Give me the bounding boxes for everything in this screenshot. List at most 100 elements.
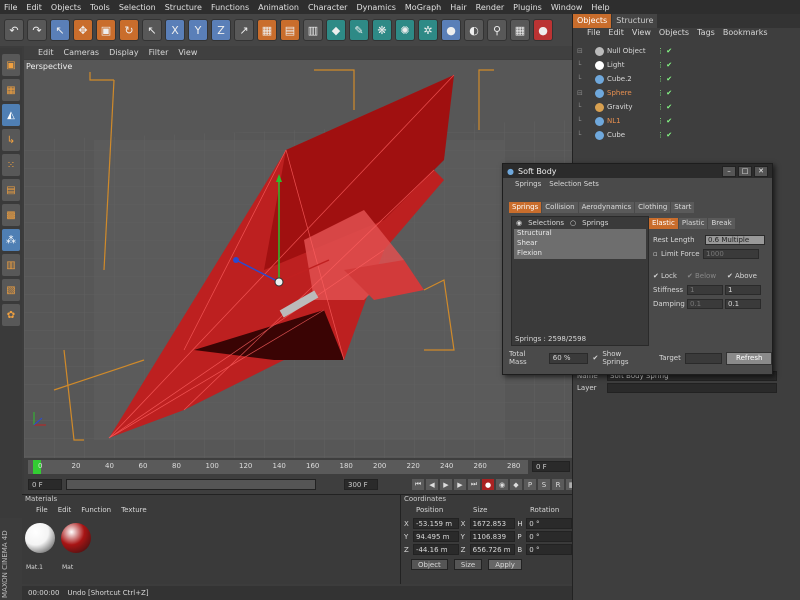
record-key-icon[interactable]: ● xyxy=(482,479,494,490)
menu-selection[interactable]: Selection xyxy=(119,3,156,12)
scene-icon[interactable]: ● xyxy=(441,19,461,41)
position-field[interactable]: -53.159 m xyxy=(412,518,459,529)
select-arrow-icon[interactable]: ↖ xyxy=(142,19,162,41)
nurbs-icon[interactable]: ❋ xyxy=(372,19,392,41)
maximize-icon[interactable]: □ xyxy=(738,165,752,177)
menu-animation[interactable]: Animation xyxy=(258,3,299,12)
objects-menu-bookmarks[interactable]: Bookmarks xyxy=(723,28,768,40)
rotation-field[interactable]: 0 ° xyxy=(526,518,573,529)
prev-frame-icon[interactable]: ◀ xyxy=(426,479,438,490)
size-field[interactable]: 1672.853 m xyxy=(469,518,516,538)
menu-mograph[interactable]: MoGraph xyxy=(405,3,441,12)
springs-radio[interactable]: ○ xyxy=(570,219,576,227)
materials-menu-function[interactable]: Function xyxy=(81,506,111,517)
viewport-menu-edit[interactable]: Edit xyxy=(38,48,54,57)
limit-force-checkbox[interactable]: ▫ xyxy=(653,250,661,258)
apply-button[interactable]: Apply xyxy=(488,559,522,570)
coordinate-system-icon[interactable]: ↗ xyxy=(234,19,254,41)
viewport-menu-display[interactable]: Display xyxy=(109,48,139,57)
object-axis-icon[interactable]: ↳ xyxy=(2,129,20,151)
object-name[interactable]: Light xyxy=(607,61,653,69)
rotation-field[interactable]: 0 ° xyxy=(526,544,573,555)
end-frame-field[interactable]: 300 F xyxy=(344,479,378,490)
dialog-tab-clothing[interactable]: Clothing xyxy=(635,202,671,213)
object-name[interactable]: NL1 xyxy=(607,117,653,125)
above-checkbox[interactable]: ✔ xyxy=(727,272,735,280)
materials-menu-file[interactable]: File xyxy=(36,506,48,517)
stiffness-below-field[interactable]: 1 xyxy=(687,285,723,295)
object-mode-select[interactable]: Object xyxy=(411,559,448,570)
tab-objects[interactable]: Objects xyxy=(573,14,612,28)
material-swatch[interactable]: Mat.1 xyxy=(24,521,56,571)
render-settings-icon[interactable]: ▥ xyxy=(303,19,323,41)
goto-end-icon[interactable]: ⏭ xyxy=(468,479,480,490)
menu-tools[interactable]: Tools xyxy=(90,3,110,12)
live-selection-icon[interactable]: ↖ xyxy=(50,19,70,41)
dialog-tab-start[interactable]: Start xyxy=(671,202,695,213)
objects-menu-objects[interactable]: Objects xyxy=(659,28,689,40)
visibility-flags[interactable]: ⋮ ✔ xyxy=(657,75,672,83)
limit-force-field[interactable]: 1000 xyxy=(703,249,759,259)
axis-mode-icon[interactable]: ◭ xyxy=(2,104,20,126)
x-axis-lock-icon[interactable]: X xyxy=(165,19,185,41)
frame-range-slider[interactable] xyxy=(66,479,316,490)
array-icon[interactable]: ✺ xyxy=(395,19,415,41)
position-field[interactable]: -44.16 m xyxy=(412,544,459,555)
texture-mode-icon[interactable]: ▦ xyxy=(2,79,20,101)
goto-start-icon[interactable]: ⏮ xyxy=(412,479,424,490)
object-row[interactable]: └ Light ⋮ ✔ xyxy=(577,58,797,72)
object-name[interactable]: Sphere xyxy=(607,89,653,97)
objects-menu-edit[interactable]: Edit xyxy=(608,28,624,40)
spring-type-item[interactable]: Flexion xyxy=(514,249,646,259)
record-icon[interactable]: ● xyxy=(533,19,553,41)
uv-points-icon[interactable]: ⁂ xyxy=(2,229,20,251)
object-name[interactable]: Null Object xyxy=(607,47,653,55)
visibility-flags[interactable]: ⋮ ✔ xyxy=(657,117,672,125)
enable-axis-icon[interactable]: ▧ xyxy=(2,279,20,301)
uv-polygons-icon[interactable]: ▥ xyxy=(2,254,20,276)
object-row[interactable]: └ NL1 ⋮ ✔ xyxy=(577,114,797,128)
perspective-viewport[interactable]: Perspective xyxy=(24,60,572,458)
visibility-flags[interactable]: ⋮ ✔ xyxy=(657,89,672,97)
lock-checkbox[interactable]: ✔ xyxy=(653,272,661,280)
objects-menu-tags[interactable]: Tags xyxy=(697,28,715,40)
y-axis-lock-icon[interactable]: Y xyxy=(188,19,208,41)
damping-below-field[interactable]: 0.1 xyxy=(687,299,723,309)
total-mass-field[interactable]: 60 % xyxy=(548,352,589,364)
below-checkbox[interactable]: ✔ xyxy=(687,272,695,280)
rotation-key-icon[interactable]: R xyxy=(552,479,564,490)
scale-key-icon[interactable]: S xyxy=(538,479,550,490)
menu-character[interactable]: Character xyxy=(308,3,348,12)
viewport-menu-filter[interactable]: Filter xyxy=(149,48,169,57)
viewport-menu-cameras[interactable]: Cameras xyxy=(64,48,100,57)
visibility-flags[interactable]: ⋮ ✔ xyxy=(657,103,672,111)
dialog-tab-collision[interactable]: Collision xyxy=(542,202,578,213)
minimize-icon[interactable]: – xyxy=(722,165,736,177)
spline-pen-icon[interactable]: ✎ xyxy=(349,19,369,41)
current-frame-field[interactable]: 0 F xyxy=(532,461,570,472)
dialog-menu-springs[interactable]: Springs xyxy=(515,180,541,188)
object-row[interactable]: ⊟ Sphere ⋮ ✔ xyxy=(577,86,797,100)
menu-objects[interactable]: Objects xyxy=(51,3,81,12)
size-field[interactable]: 1106.839 m xyxy=(469,531,516,551)
object-row[interactable]: └ Cube.2 ⋮ ✔ xyxy=(577,72,797,86)
menu-structure[interactable]: Structure xyxy=(165,3,202,12)
object-name[interactable]: Gravity xyxy=(607,103,653,111)
target-field[interactable] xyxy=(684,352,723,364)
autokey-icon[interactable]: ◉ xyxy=(496,479,508,490)
menu-edit[interactable]: Edit xyxy=(26,3,42,12)
object-row[interactable]: ⊟ Null Object ⋮ ✔ xyxy=(577,44,797,58)
viewport-canvas[interactable] xyxy=(24,60,572,458)
materials-menu-edit[interactable]: Edit xyxy=(58,506,72,517)
objects-menu-view[interactable]: View xyxy=(632,28,651,40)
size-field[interactable]: 656.726 m xyxy=(469,544,516,555)
start-frame-field[interactable]: 0 F xyxy=(28,479,62,490)
deformer-icon[interactable]: ✲ xyxy=(418,19,438,41)
spring-type-item[interactable]: Structural xyxy=(514,229,646,239)
z-axis-lock-icon[interactable]: Z xyxy=(211,19,231,41)
edges-mode-icon[interactable]: ▤ xyxy=(2,179,20,201)
object-name[interactable]: Cube xyxy=(607,131,653,139)
dialog-menu-selection-sets[interactable]: Selection Sets xyxy=(549,180,599,188)
size-mode-select[interactable]: Size xyxy=(453,559,483,570)
materials-menu-texture[interactable]: Texture xyxy=(121,506,147,517)
